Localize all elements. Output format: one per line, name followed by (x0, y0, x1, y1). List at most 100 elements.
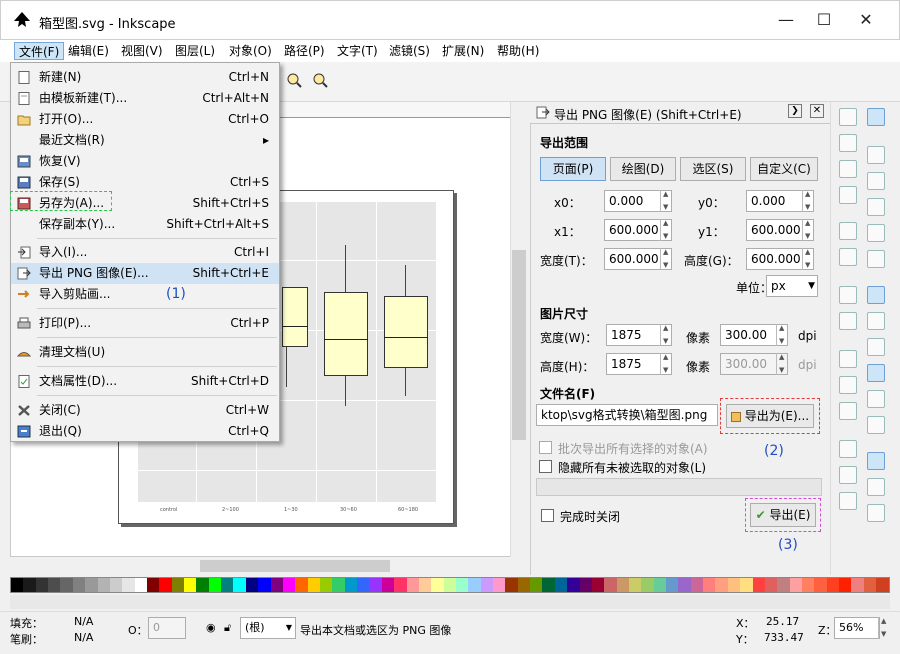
undo-icon[interactable] (839, 286, 857, 304)
palette-swatch[interactable] (184, 578, 197, 592)
open-icon[interactable] (839, 134, 857, 152)
y1-spinner[interactable] (802, 219, 814, 241)
palette-swatch[interactable] (554, 578, 568, 592)
zoom-drawing-icon[interactable] (286, 72, 302, 88)
snap-bbox-icon[interactable] (867, 146, 885, 164)
close-when-done-checkbox[interactable] (541, 509, 554, 522)
palette-swatch[interactable] (23, 578, 36, 592)
menu-item-save[interactable]: 保存(S) Ctrl+S (11, 172, 279, 193)
palette-swatch[interactable] (530, 578, 543, 592)
units-select[interactable]: px ▼ (766, 275, 818, 297)
palette-swatch[interactable] (35, 578, 49, 592)
palette-swatch[interactable] (455, 578, 469, 592)
snap-midpoint-icon[interactable] (867, 416, 885, 434)
palette-swatch[interactable] (628, 578, 642, 592)
area-page-button[interactable]: 页面(P) (540, 157, 606, 181)
palette-swatch[interactable] (863, 578, 877, 592)
palette-swatch[interactable] (690, 578, 704, 592)
palette-swatch[interactable] (505, 578, 518, 592)
menu-layer[interactable]: 图层(L) (171, 42, 219, 60)
palette-scrollbar[interactable] (10, 595, 890, 609)
menu-item-revert[interactable]: 恢复(V) (11, 151, 279, 172)
palette-swatch[interactable] (146, 578, 160, 592)
zoom-selection-icon[interactable] (839, 440, 857, 458)
menu-object[interactable]: 对象(O) (225, 42, 276, 60)
palette-swatch[interactable] (344, 578, 358, 592)
palette-swatch[interactable] (703, 578, 716, 592)
import-icon[interactable] (839, 222, 857, 240)
dpi-spinner[interactable] (776, 324, 788, 346)
minimize-button[interactable]: — (771, 9, 801, 33)
palette-swatch[interactable] (245, 578, 259, 592)
x1-spinner[interactable] (660, 219, 672, 241)
palette-swatch[interactable] (678, 578, 691, 592)
palette-swatch[interactable] (542, 578, 555, 592)
width-spinner[interactable] (660, 248, 672, 270)
menu-file[interactable]: 文件(F) (14, 42, 65, 60)
snap-guide-icon[interactable] (867, 504, 885, 522)
snap-nodes-icon[interactable] (867, 286, 885, 304)
palette-swatch[interactable] (97, 578, 110, 592)
paste-icon[interactable] (839, 402, 857, 420)
snap-center-icon[interactable] (867, 478, 885, 496)
menu-text[interactable]: 文字(T) (333, 42, 382, 60)
palette-swatch[interactable] (381, 578, 395, 592)
palette-swatch[interactable] (777, 578, 790, 592)
menu-item-print[interactable]: 打印(P)... Ctrl+P (11, 313, 279, 334)
px-width-spinner[interactable] (660, 324, 672, 346)
palette-swatch[interactable] (839, 578, 852, 592)
palette-swatch[interactable] (171, 578, 185, 592)
maximize-button[interactable]: ☐ (809, 9, 839, 33)
copy-icon[interactable] (839, 350, 857, 368)
hide-unselected-checkbox[interactable] (539, 460, 552, 473)
box-1-30[interactable] (282, 287, 308, 347)
palette-swatch[interactable] (307, 578, 320, 592)
menu-item-save-copy[interactable]: 保存副本(Y)... Shift+Ctrl+Alt+S (11, 214, 279, 235)
dialog-iconify-button[interactable]: ❯ (788, 104, 802, 118)
menu-item-recent[interactable]: 最近文档(R) ▸ (11, 130, 279, 151)
x0-spinner[interactable] (660, 190, 672, 212)
snap-bbox-corner-icon[interactable] (867, 198, 885, 216)
palette-swatch[interactable] (443, 578, 456, 592)
cut-icon[interactable] (839, 376, 857, 394)
filename-field[interactable]: ktop\svg格式转换\箱型图.png (536, 404, 718, 426)
zoom-spinner[interactable] (878, 617, 890, 639)
dialog-close-button[interactable]: ✕ (810, 104, 824, 118)
palette-swatch[interactable] (60, 578, 73, 592)
menu-view[interactable]: 视图(V) (117, 42, 167, 60)
menu-item-cleanup[interactable]: 清理文档(U) (11, 342, 279, 363)
px-height-spinner[interactable] (660, 353, 672, 375)
area-custom-button[interactable]: 自定义(C) (750, 157, 818, 181)
palette-swatch[interactable] (369, 578, 382, 592)
palette-swatch[interactable] (122, 578, 135, 592)
menu-item-export-png[interactable]: 导出 PNG 图像(E)... Shift+Ctrl+E (11, 263, 279, 284)
snap-intersection-icon[interactable] (867, 338, 885, 356)
menu-item-new[interactable]: 新建(N) Ctrl+N (11, 67, 279, 88)
snap-bbox-center-icon[interactable] (867, 250, 885, 268)
save-icon[interactable] (839, 160, 857, 178)
snap-smooth-icon[interactable] (867, 390, 885, 408)
palette-swatch[interactable] (221, 578, 234, 592)
box-60-180[interactable] (384, 296, 428, 368)
palette-swatch[interactable] (727, 578, 741, 592)
palette-swatch[interactable] (270, 578, 283, 592)
box-30-60[interactable] (324, 292, 368, 376)
snap-bbox-edge-icon[interactable] (867, 172, 885, 190)
palette-swatch[interactable] (579, 578, 592, 592)
zoom-page-icon[interactable] (312, 72, 328, 88)
snap-bbox-mid-icon[interactable] (867, 224, 885, 242)
palette-swatch[interactable] (406, 578, 419, 592)
menu-item-close[interactable]: 关闭(C) Ctrl+W (11, 400, 279, 421)
palette-swatch[interactable] (109, 578, 123, 592)
palette-swatch[interactable] (11, 578, 24, 592)
palette-swatch[interactable] (332, 578, 345, 592)
palette-swatch[interactable] (85, 578, 98, 592)
menu-item-new-from-template[interactable]: 由模板新建(T)... Ctrl+Alt+N (11, 88, 279, 109)
zoom-drawing-icon[interactable] (839, 466, 857, 484)
area-drawing-button[interactable]: 绘图(D) (610, 157, 676, 181)
palette-swatch[interactable] (666, 578, 679, 592)
menu-item-quit[interactable]: 退出(Q) Ctrl+Q (11, 421, 279, 442)
palette-swatch[interactable] (48, 578, 61, 592)
palette-swatch[interactable] (418, 578, 432, 592)
menu-extensions[interactable]: 扩展(N) (438, 42, 488, 60)
